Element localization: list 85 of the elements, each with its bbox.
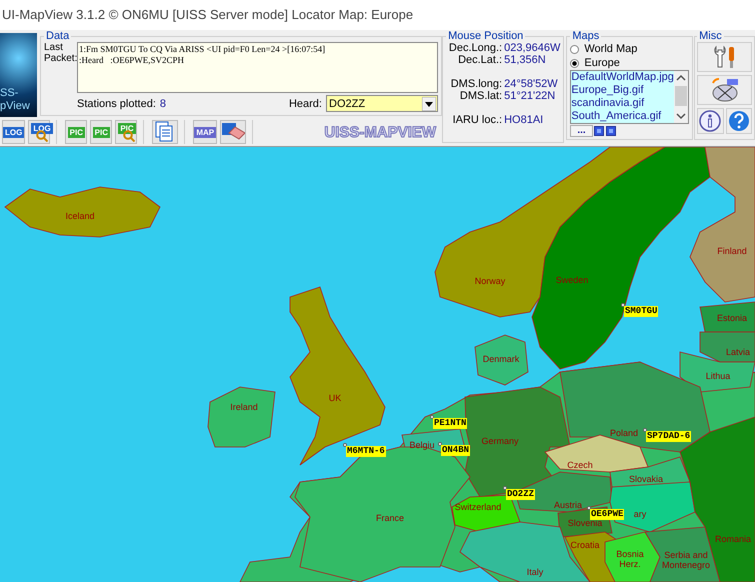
country-label: Estonia — [716, 313, 748, 323]
country-label: Germany — [482, 436, 518, 446]
country-label: Croatia — [570, 540, 600, 550]
station-callsign: ON4BN — [441, 445, 470, 456]
map-file-list[interactable]: DefaultWorldMap.jpg Europe_Big.gif scandinavia.gif South_America.gif — [570, 70, 690, 124]
list-item[interactable]: scandinavia.gif — [571, 97, 674, 110]
group-legend: Data — [44, 30, 72, 42]
packet-label: Last Packet: — [44, 42, 77, 66]
banner-logo-text: UISS-MAPVIEW — [324, 124, 436, 140]
logo-text: pView — [0, 100, 30, 113]
country-label: Norway — [474, 276, 506, 286]
scrollbar — [674, 71, 688, 123]
satellite-button[interactable] — [697, 75, 752, 105]
station-callsign: M6MTN-6 — [346, 446, 386, 457]
coordinate-label: Dec.Lat.: — [457, 54, 502, 66]
country-label: Lithua — [706, 371, 730, 381]
eraser-button[interactable] — [220, 120, 246, 144]
log-search-button[interactable]: LOG — [28, 120, 50, 144]
heard-label: Heard: — [288, 98, 322, 110]
info-icon — [699, 110, 722, 132]
station-callsign: SM0TGU — [624, 306, 658, 317]
country-label: Denmark — [482, 354, 520, 364]
browse-button[interactable]: ... — [570, 125, 593, 137]
country-label: Sweden — [556, 275, 588, 285]
settings-button[interactable] — [697, 42, 752, 72]
country-label: Czech — [567, 460, 593, 470]
coordinate-value: 24°58'52W — [504, 78, 558, 90]
packet-textbox[interactable]: 1:Fm SM0TGU To CQ Via ARISS <UI pid=F0 Len=24 >[16:07:54] :Heard :OE6PWE,SV2CPH — [77, 42, 438, 93]
list-item[interactable]: South_America.gif — [571, 110, 674, 123]
coordinate-label: IARU loc.: — [452, 114, 502, 126]
dropdown-arrow-icon — [422, 96, 436, 110]
country-label: France — [376, 513, 404, 523]
coordinate-label: Dec.Long.: — [448, 42, 502, 54]
group-legend: Maps — [570, 30, 602, 42]
country-label: Switzerland — [454, 502, 502, 512]
country-label: Slovenia — [568, 518, 602, 528]
country-label: Ireland — [230, 402, 258, 412]
satellite-dish-icon — [710, 77, 740, 103]
heard-dropdown[interactable]: DO2ZZ — [326, 95, 438, 112]
list-item[interactable]: Europe_Big.gif — [571, 84, 674, 97]
country-label: UK — [328, 393, 342, 403]
map-button[interactable]: MAP — [193, 120, 218, 144]
window-title: UI-MapView 3.1.2 © ON6MU [UISS Server mode] Locator Map: Europe — [1, 6, 414, 24]
country-label: Italy — [526, 567, 544, 577]
country-label: Serbia and Montenegro — [661, 550, 711, 570]
radio-button[interactable] — [570, 44, 580, 54]
window-button[interactable] — [606, 126, 617, 136]
coordinate-value: HO81AI — [504, 114, 544, 126]
info-button[interactable] — [697, 108, 724, 134]
group-legend: Mouse Position — [446, 30, 526, 42]
station-callsign: PE1NTN — [433, 418, 468, 429]
list-item[interactable]: DefaultWorldMap.jpg — [571, 71, 674, 84]
help-icon — [728, 110, 750, 132]
station-callsign: SP7DAD-6 — [646, 431, 692, 442]
radio-button[interactable] — [570, 58, 580, 68]
country-label: Poland — [610, 428, 638, 438]
log-save-button[interactable]: LOG — [2, 120, 26, 144]
window-button[interactable] — [594, 126, 605, 136]
coordinate-label: DMS.lat: — [458, 90, 502, 102]
station-callsign: OE6PWE — [590, 509, 624, 520]
country-label: ary — [634, 509, 646, 519]
radio-label: Europe — [584, 56, 620, 70]
country-label: Austria — [554, 500, 582, 510]
coordinate-label: DMS.long: — [450, 78, 502, 90]
window-icon — [606, 126, 616, 136]
window-icon — [594, 126, 604, 136]
country-label: Bosnia Herz. — [615, 549, 645, 569]
logo-text: SS- — [0, 87, 18, 100]
station-callsign: DO2ZZ — [506, 489, 536, 500]
country-label: Slovakia — [628, 474, 664, 484]
group-legend: Misc — [697, 30, 724, 42]
stations-plotted-label: Stations plotted: — [77, 98, 156, 110]
magnifier-icon — [123, 130, 136, 142]
country-label: Iceland — [65, 211, 95, 221]
coordinate-value: 023,9646W — [504, 42, 560, 54]
coordinate-value: 51,356N — [504, 54, 546, 66]
document-button[interactable] — [152, 120, 178, 144]
radio-label: World Map — [584, 42, 638, 56]
magnifier-icon — [36, 130, 48, 142]
help-button[interactable] — [726, 108, 752, 134]
country-label: Romania — [714, 534, 752, 544]
country-label: Latvia — [726, 347, 750, 357]
stations-plotted-value: 8 — [160, 98, 168, 110]
country-label: Finland — [717, 246, 747, 256]
coordinate-value: 51°21'22N — [504, 90, 556, 102]
